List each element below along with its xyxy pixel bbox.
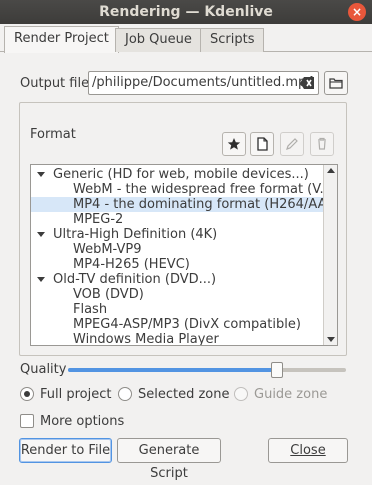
generate-script-button[interactable]: Generate Script	[117, 438, 221, 481]
output-file-value: /philippe/Documents/untitled.mp4	[92, 75, 315, 90]
quality-slider-handle[interactable]	[270, 362, 283, 378]
render-to-file-label: Render to File	[20, 443, 111, 458]
quality-slider-fill	[68, 368, 277, 372]
tree-item-label: MPEG-2	[73, 212, 124, 227]
output-file-input[interactable]: /philippe/Documents/untitled.mp4	[88, 71, 319, 95]
tree-item-label: WebM - the widespread free format (V...	[73, 182, 323, 197]
tree-item[interactable]: Windows Media Player	[31, 332, 323, 346]
tree-item[interactable]: WebM - the widespread free format (V...	[31, 182, 323, 197]
more-options-label: More options	[40, 414, 125, 429]
trash-icon	[318, 137, 326, 150]
edit-profile-button[interactable]	[280, 132, 304, 156]
expanded-arrow-icon[interactable]	[37, 172, 45, 177]
render-dialog: Rendering — Kdenlive × Render Project Jo…	[0, 0, 372, 481]
tab-job-queue[interactable]: Job Queue	[115, 28, 202, 52]
generate-script-label: Generate Script	[138, 443, 200, 481]
clear-icon[interactable]	[300, 77, 314, 89]
tree-item-label: MP4 - the dominating format (H264/AA...	[73, 197, 323, 212]
tree-item-label: MP4-H265 (HEVC)	[73, 257, 190, 272]
title-bar: Rendering — Kdenlive ×	[0, 0, 372, 24]
tree-item-label: WebM-VP9	[73, 242, 142, 257]
tree-group-oldtv[interactable]: Old-TV definition (DVD...)	[31, 272, 323, 287]
new-document-icon	[257, 137, 268, 151]
new-profile-button[interactable]	[250, 132, 274, 156]
tree-item-label: Flash	[73, 302, 108, 317]
more-options-checkbox[interactable]	[20, 414, 34, 428]
tab-scripts-label: Scripts	[210, 32, 255, 47]
tree-group-label: Ultra-High Definition (4K)	[53, 227, 218, 242]
scroll-up-arrow-icon[interactable]	[327, 168, 335, 173]
folder-icon	[329, 78, 343, 89]
guide-zone-radio[interactable]	[234, 387, 248, 401]
close-label: Close	[290, 443, 326, 458]
expanded-arrow-icon[interactable]	[37, 277, 45, 282]
tree-item[interactable]: WebM-VP9	[31, 242, 323, 257]
selected-zone-label: Selected zone	[138, 387, 230, 402]
tab-render-project[interactable]: Render Project	[4, 26, 119, 53]
pencil-icon	[286, 138, 298, 150]
tree-group-label: Old-TV definition (DVD...)	[53, 272, 217, 287]
full-project-label: Full project	[40, 387, 112, 402]
tree-group-uhd[interactable]: Ultra-High Definition (4K)	[31, 227, 323, 242]
delete-profile-button[interactable]	[310, 132, 334, 156]
tree-item[interactable]: MP4-H265 (HEVC)	[31, 257, 323, 272]
tree-item[interactable]: Flash	[31, 302, 323, 317]
tree-group-label: Generic (HD for web, mobile devices...)	[53, 167, 309, 182]
star-icon	[227, 138, 241, 150]
tab-render-project-label: Render Project	[14, 31, 109, 46]
tree-item-label: MPEG4-ASP/MP3 (DivX compatible)	[73, 317, 301, 332]
window-title: Rendering — Kdenlive	[99, 4, 273, 20]
quality-label: Quality	[20, 362, 67, 377]
favorite-button[interactable]	[222, 132, 246, 156]
tab-scripts[interactable]: Scripts	[200, 28, 265, 52]
tab-job-queue-label: Job Queue	[125, 32, 192, 47]
browse-folder-button[interactable]	[324, 71, 348, 95]
tree-item-label: Windows Media Player	[73, 332, 219, 346]
tree-item-selected[interactable]: MP4 - the dominating format (H264/AA...	[31, 197, 323, 212]
full-project-radio[interactable]	[20, 387, 34, 401]
expanded-arrow-icon[interactable]	[37, 232, 45, 237]
render-to-file-button[interactable]: Render to File	[19, 438, 112, 463]
tree-scrollbar[interactable]	[323, 165, 337, 345]
format-label: Format	[30, 127, 76, 142]
tab-bar: Render Project Job Queue Scripts	[0, 26, 372, 53]
output-file-label: Output file	[20, 76, 90, 91]
tree-item-label: VOB (DVD)	[73, 287, 144, 302]
tree-item[interactable]: MPEG-2	[31, 212, 323, 227]
guide-zone-label: Guide zone	[254, 387, 328, 402]
tree-item[interactable]: VOB (DVD)	[31, 287, 323, 302]
format-tree[interactable]: Generic (HD for web, mobile devices...) …	[30, 164, 338, 346]
window-close-icon[interactable]: ×	[348, 3, 366, 21]
close-button[interactable]: Close	[268, 438, 348, 463]
tree-group-generic[interactable]: Generic (HD for web, mobile devices...)	[31, 167, 323, 182]
quality-slider[interactable]	[68, 362, 346, 378]
tree-item[interactable]: MPEG4-ASP/MP3 (DivX compatible)	[31, 317, 323, 332]
scroll-down-arrow-icon[interactable]	[327, 337, 335, 342]
selected-zone-radio[interactable]	[118, 387, 132, 401]
